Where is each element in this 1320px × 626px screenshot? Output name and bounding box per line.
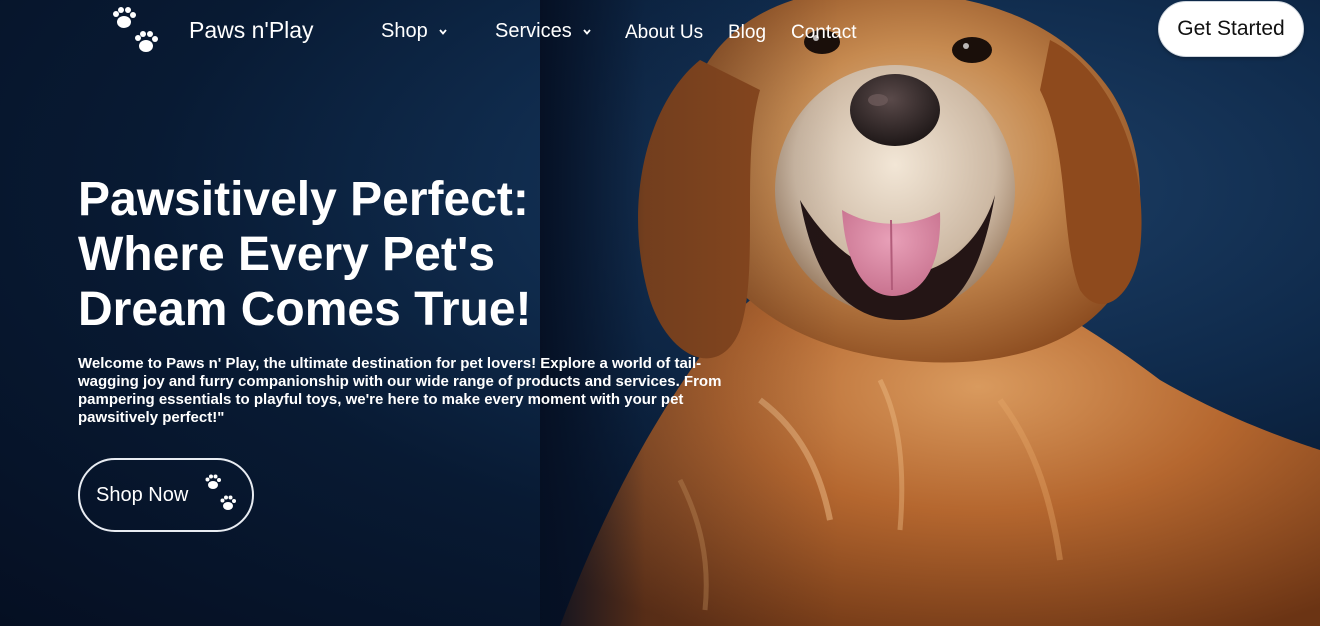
nav-item-about-us[interactable]: About Us xyxy=(625,22,703,44)
shop-now-button[interactable]: Shop Now xyxy=(78,458,254,532)
nav-item-contact[interactable]: Contact xyxy=(791,22,856,44)
nav-item-label: Shop xyxy=(381,20,428,42)
nav-item-shop[interactable]: Shop xyxy=(381,20,448,43)
get-started-button[interactable]: Get Started xyxy=(1158,1,1304,57)
chevron-down-icon xyxy=(583,28,591,35)
paw-prints-icon xyxy=(205,474,236,510)
hero-headline: Pawsitively Perfect: Where Every Pet's D… xyxy=(78,173,532,336)
nav-item-label: About Us xyxy=(625,22,704,43)
nav-item-label: Blog xyxy=(728,22,767,43)
nav-item-blog[interactable]: Blog xyxy=(728,22,766,44)
nav-item-label: Services xyxy=(495,20,572,42)
chevron-down-icon xyxy=(439,28,447,35)
nav-item-services[interactable]: Services xyxy=(495,20,592,43)
shop-now-label: Shop Now xyxy=(96,483,189,506)
paw-prints-icon[interactable] xyxy=(108,4,164,56)
hero-section: Paws n'Play Shop Services About Us Blog … xyxy=(0,0,1320,626)
hero-description: Welcome to Paws n' Play, the ultimate de… xyxy=(78,355,722,426)
brand-name[interactable]: Paws n'Play xyxy=(189,17,314,44)
nav-item-label: Contact xyxy=(791,22,857,43)
